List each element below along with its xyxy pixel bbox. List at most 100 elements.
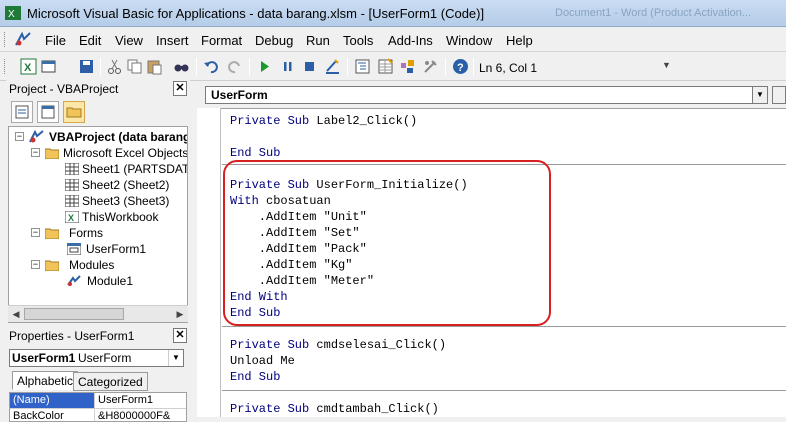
procedure-combo[interactable] xyxy=(772,86,786,104)
collapse-icon[interactable]: − xyxy=(31,148,40,157)
insert-userform-icon[interactable] xyxy=(40,58,57,75)
tree-item-sheet3[interactable]: Sheet3 (Sheet3) xyxy=(82,194,169,208)
menu-debug[interactable]: Debug xyxy=(255,33,293,48)
tab-categorized[interactable]: Categorized xyxy=(73,372,148,391)
code-text: cmdtambah_Click() xyxy=(309,402,439,416)
chevron-down-icon[interactable]: ▼ xyxy=(752,86,768,104)
run-icon[interactable] xyxy=(256,58,273,75)
toolbar-separator xyxy=(445,58,446,76)
sheet-icon xyxy=(65,163,79,175)
highlight-annotation xyxy=(223,160,551,326)
break-icon[interactable] xyxy=(279,58,296,75)
sheet-icon xyxy=(65,195,79,207)
tab-alphabetic[interactable]: Alphabetic xyxy=(12,371,79,390)
tree-item-module1[interactable]: Module1 xyxy=(87,274,133,288)
properties-window-icon[interactable] xyxy=(377,58,394,75)
menu-file[interactable]: File xyxy=(45,33,66,48)
properties-object-select[interactable]: UserForm1 UserForm ▼ xyxy=(9,349,184,367)
view-code-button[interactable] xyxy=(11,101,33,123)
toolbar-options-icon[interactable]: ▼ xyxy=(662,60,674,75)
folder-icon xyxy=(45,148,59,159)
property-value[interactable]: UserForm1 xyxy=(94,393,186,409)
procedure-separator xyxy=(222,326,786,327)
menu-view[interactable]: View xyxy=(115,33,143,48)
tree-item-modules[interactable]: Modules xyxy=(69,258,114,272)
project-tree-scrollbar[interactable]: ◀ ▶ xyxy=(8,305,188,322)
properties-grid: (Name) UserForm1 BackColor &H8000000F& xyxy=(9,392,187,422)
project-explorer-icon[interactable] xyxy=(354,58,371,75)
close-icon[interactable]: ✕ xyxy=(173,328,187,343)
view-code-icon xyxy=(15,105,29,119)
tree-item-excel-objects[interactable]: Microsoft Excel Objects xyxy=(63,146,187,160)
scroll-thumb[interactable] xyxy=(24,308,124,320)
background-window-title: Document1 - Word (Product Activation... xyxy=(555,7,752,19)
menu-run[interactable]: Run xyxy=(306,33,330,48)
collapse-icon[interactable]: − xyxy=(31,228,40,237)
svg-text:X: X xyxy=(68,213,74,223)
menu-edit[interactable]: Edit xyxy=(79,33,101,48)
scroll-left-icon[interactable]: ◀ xyxy=(8,306,24,322)
sheet-icon xyxy=(65,179,79,191)
project-tree: − VBAProject (data barang − Microsoft Ex… xyxy=(8,126,188,323)
toolbox-icon[interactable] xyxy=(422,58,439,75)
undo-icon[interactable] xyxy=(203,58,220,75)
vbaproject-icon xyxy=(29,130,44,143)
tree-item-userform1[interactable]: UserForm1 xyxy=(86,242,146,256)
property-name[interactable]: BackColor xyxy=(10,409,94,421)
reset-icon[interactable] xyxy=(301,58,318,75)
cursor-position: Ln 6, Col 1 xyxy=(479,61,538,75)
property-name[interactable]: (Name) xyxy=(10,393,94,409)
menu-help[interactable]: Help xyxy=(506,33,533,48)
standard-toolbar: X ? Ln 6, Col 1 ▼ xyxy=(0,53,786,81)
project-toolbar xyxy=(8,99,188,125)
code-line: End Sub xyxy=(230,146,280,160)
menu-insert[interactable]: Insert xyxy=(156,33,189,48)
tree-item-thisworkbook[interactable]: ThisWorkbook xyxy=(82,210,158,224)
find-icon[interactable] xyxy=(173,58,190,75)
toolbar-separator xyxy=(100,58,101,76)
scroll-right-icon[interactable]: ▶ xyxy=(172,306,188,322)
menu-window[interactable]: Window xyxy=(446,33,492,48)
help-icon[interactable]: ? xyxy=(452,58,469,75)
collapse-icon[interactable]: − xyxy=(31,260,40,269)
cut-icon[interactable] xyxy=(106,58,123,75)
toolbar-grip[interactable] xyxy=(4,32,7,47)
code-text: Label2_Click() xyxy=(309,114,418,128)
copy-icon[interactable] xyxy=(126,58,143,75)
menu-tools[interactable]: Tools xyxy=(343,33,373,48)
close-icon[interactable]: ✕ xyxy=(173,81,187,96)
tree-item-forms[interactable]: Forms xyxy=(69,226,103,240)
code-line: Unload Me xyxy=(230,354,295,368)
design-mode-icon[interactable] xyxy=(324,58,341,75)
code-keyword: Private Sub xyxy=(230,338,310,352)
view-object-icon xyxy=(41,105,55,119)
procedure-separator xyxy=(222,390,786,391)
view-object-button[interactable] xyxy=(37,101,59,123)
paste-icon[interactable] xyxy=(146,58,163,75)
save-icon[interactable] xyxy=(78,58,95,75)
folder-icon xyxy=(66,107,82,118)
project-pane-title: Project - VBAProject xyxy=(9,82,119,96)
object-browser-icon[interactable] xyxy=(399,58,416,75)
object-combo[interactable]: UserForm xyxy=(205,86,768,104)
chevron-down-icon[interactable]: ▼ xyxy=(168,350,183,366)
folder-icon xyxy=(45,228,59,239)
tree-item-sheet2[interactable]: Sheet2 (Sheet2) xyxy=(82,178,169,192)
toolbar-grip[interactable] xyxy=(4,59,7,74)
toggle-folders-button[interactable] xyxy=(63,101,85,123)
project-pane-header: Project - VBAProject ✕ xyxy=(6,80,190,98)
title-bar: X Microsoft Visual Basic for Application… xyxy=(0,0,786,27)
collapse-icon[interactable]: − xyxy=(15,132,24,141)
vba-project-icon[interactable] xyxy=(14,31,32,48)
menu-format[interactable]: Format xyxy=(201,33,242,48)
property-value[interactable]: &H8000000F& xyxy=(94,409,186,421)
view-excel-icon[interactable]: X xyxy=(20,58,37,75)
tree-item-vbaproject[interactable]: VBAProject (data barang xyxy=(49,130,187,144)
tree-item-sheet1[interactable]: Sheet1 (PARTSDATA xyxy=(82,162,187,176)
excel-app-icon: X xyxy=(5,6,21,20)
code-line: Private Sub Label2_Click() xyxy=(230,114,417,128)
svg-text:X: X xyxy=(8,9,15,20)
code-line: Private Sub cmdtambah_Click() xyxy=(230,402,439,416)
redo-icon[interactable] xyxy=(226,58,243,75)
menu-add-ins[interactable]: Add-Ins xyxy=(388,33,433,48)
